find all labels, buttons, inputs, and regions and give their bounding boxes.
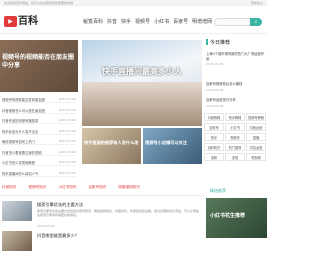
list-item-date: 2023-05-06 <box>58 128 76 133</box>
side-article-date: 2023-05-06 <box>206 87 224 92</box>
tag[interactable]: 百科知识 <box>204 143 224 151</box>
list-item[interactable]: 抖音作品如何做有播放量 2023-05-06 <box>0 117 78 128</box>
tab-douyin[interactable]: 抖音知识 <box>2 185 16 194</box>
side-article-title: 上海5个城市现有新的热门大厂商运营作品 <box>206 52 265 61</box>
tag[interactable]: 快手 <box>204 133 224 141</box>
tag-cloud: 抖音教程 快手教程 视频号教程 百家号 小红书 抖音运营 快手 视频号 直播 百… <box>204 113 267 163</box>
tag-row: 百科知识 热门推荐 内容运营 <box>204 143 267 151</box>
main-hero-banner[interactable]: 快手直播间最高多少人 <box>82 40 202 126</box>
left-hero-card[interactable]: 视频号的视频能否在朋友圈中分享 <box>0 40 78 92</box>
side-article-title: 百家号运营技巧分享 <box>206 98 236 102</box>
list-item-date: 2023-05-06 <box>58 170 76 175</box>
nav-item-shipinhao[interactable]: 视频号 <box>135 18 150 25</box>
tag[interactable]: 内容运营 <box>246 143 266 151</box>
feed-title[interactable]: 搜索引擎优化的主要方法 <box>37 202 83 208</box>
divider <box>2 144 76 145</box>
tab-xiaohongshu[interactable]: 小红书知识 <box>58 185 76 194</box>
nav-item-xiaohongshu[interactable]: 小红书 <box>154 18 169 25</box>
site-header: ▶ 百科 秘笈百科 抖音 快手 视频号 小红书 百家号 明增增网 ⌕ <box>0 6 267 34</box>
side-article[interactable]: 百家号运营技巧分享 2023-05-06 <box>206 98 266 108</box>
list-item-date: 2023-05-06 <box>58 139 76 143</box>
site-logo[interactable]: ▶ 百科 <box>4 16 38 27</box>
tag[interactable]: 百家号 <box>204 123 224 131</box>
promo-card[interactable]: 小红书花生推荐 <box>206 198 267 238</box>
nav-item-baijiahao[interactable]: 百家号 <box>173 18 188 25</box>
play-icon: ▶ <box>4 16 17 27</box>
list-item[interactable]: 微信视频号如何上热门 2023-05-06 <box>0 138 78 149</box>
main-nav: 秘笈百科 抖音 快手 视频号 小红书 百家号 明增增网 <box>83 18 212 25</box>
list-item[interactable]: 小红书怎么发视频教程 2023-05-06 <box>0 159 78 170</box>
left-article-list: 视频号的视频能否发到朋友圈 2023-05-06 抖音视频怎么可以放在朋友圈 202… <box>0 96 78 180</box>
divider <box>2 133 76 135</box>
accent-bar <box>206 39 208 45</box>
category-tabs: 抖音知识 视频号知识 小红书知识 百家号知识 明增增网知识 <box>0 185 204 194</box>
list-item-date: 2023-05-06 <box>58 149 76 154</box>
divider <box>2 165 76 166</box>
divider <box>0 195 204 196</box>
feature-thumb-title: 快手里面的推荐有人发什么用 <box>84 140 139 145</box>
divider <box>2 123 76 124</box>
tag[interactable]: 抖音教程 <box>204 113 224 121</box>
list-item[interactable]: 快手直播间怎么增加人气 2023-05-06 <box>0 170 78 181</box>
list-item[interactable]: 抖音视频怎么可以放在朋友圈 2023-05-06 <box>0 107 78 118</box>
tag-row: 抖音教程 快手教程 视频号教程 <box>204 113 267 121</box>
tab-other[interactable]: 明增增网知识 <box>118 185 140 194</box>
list-item[interactable]: 快手私信为什么发不出去 2023-05-06 <box>0 128 78 139</box>
list-item[interactable]: 视频号的视频能否发到朋友圈 2023-05-06 <box>0 96 78 107</box>
feature-thumb-2[interactable]: 视频号小店铺可以关注 <box>143 128 202 164</box>
divider <box>2 102 76 103</box>
tag[interactable]: 热门推荐 <box>225 143 245 151</box>
main-hero-title: 快手直播间最高多少人 <box>102 67 182 76</box>
search-icon: ⌕ <box>254 19 258 25</box>
side-article-title: 百家号视频背后怎么赚钱 <box>206 82 243 86</box>
tag[interactable]: 视频号 <box>225 133 245 141</box>
feed-date: 2023-05-06 <box>37 224 55 228</box>
nav-item-home[interactable]: 秘笈百科 <box>83 18 103 25</box>
feature-thumb-1[interactable]: 快手里面的推荐有人发什么用 <box>82 128 141 164</box>
feed-description: 搜索引擎优化的主要方法包括关键词研究、网站结构优化、内容优化、外部链接建设等。通… <box>37 209 200 218</box>
tag-row: 快手 视频号 直播 <box>204 133 267 141</box>
tag[interactable]: 变现 <box>225 153 245 161</box>
tab-baijiahao[interactable]: 百家号知识 <box>88 185 106 194</box>
divider <box>2 112 76 114</box>
tag[interactable]: 小红书 <box>225 123 245 131</box>
logo-text: 百科 <box>18 16 38 27</box>
side-article[interactable]: 上海5个城市现有新的热门大厂商运营作品 2023-05-06 <box>206 52 266 66</box>
tab-shipinhao[interactable]: 视频号知识 <box>28 185 46 194</box>
feed-thumbnail[interactable] <box>2 201 32 221</box>
feed-thumbnail[interactable] <box>2 231 32 251</box>
left-hero-title: 视频号的视频能否在朋友圈中分享 <box>2 54 75 69</box>
side-article[interactable]: 百家号视频背后怎么赚钱 2023-05-06 <box>206 82 266 92</box>
tag-row: 涨粉 变现 短视频 <box>204 153 267 161</box>
search-button[interactable]: ⌕ <box>250 18 262 26</box>
nav-item-douyin[interactable]: 抖音 <box>107 18 117 25</box>
feature-thumb-title: 视频号小店铺可以关注 <box>145 140 187 145</box>
list-item-date: 2023-05-06 <box>58 118 76 122</box>
side-article-date: 2023-05-06 <box>206 103 224 108</box>
tag-row: 百家号 小红书 抖音运营 <box>204 123 267 131</box>
tag[interactable]: 短视频 <box>246 153 266 161</box>
tag[interactable]: 视频号教程 <box>246 113 266 121</box>
list-item[interactable]: 抖音怎么看谁看过我的视频 2023-05-06 <box>0 149 78 160</box>
divider <box>2 175 76 177</box>
tag[interactable]: 涨粉 <box>204 153 224 161</box>
section-title: 今日推荐 <box>210 40 231 46</box>
tag[interactable]: 直播 <box>246 133 266 141</box>
section-header: 今日推荐 <box>204 36 267 48</box>
nav-item-other[interactable]: 明增增网 <box>192 18 212 25</box>
promo-section-title: 精选推荐 <box>210 188 226 193</box>
search-input[interactable] <box>214 18 252 26</box>
tag[interactable]: 快手教程 <box>225 113 245 121</box>
tag[interactable]: 抖音运营 <box>246 123 266 131</box>
list-item-date: 2023-05-06 <box>58 107 76 112</box>
feed-title[interactable]: 抖音哪里能是最多少？ <box>37 233 79 239</box>
list-item-date: 2023-05-06 <box>58 160 76 164</box>
hero-image <box>82 82 202 126</box>
list-item-date: 2023-05-06 <box>58 97 76 101</box>
nav-item-kuaishou[interactable]: 快手 <box>121 18 131 25</box>
side-article-date: 2023-05-06 <box>206 62 224 66</box>
divider <box>2 154 76 156</box>
promo-title: 小红书花生推荐 <box>210 213 246 219</box>
